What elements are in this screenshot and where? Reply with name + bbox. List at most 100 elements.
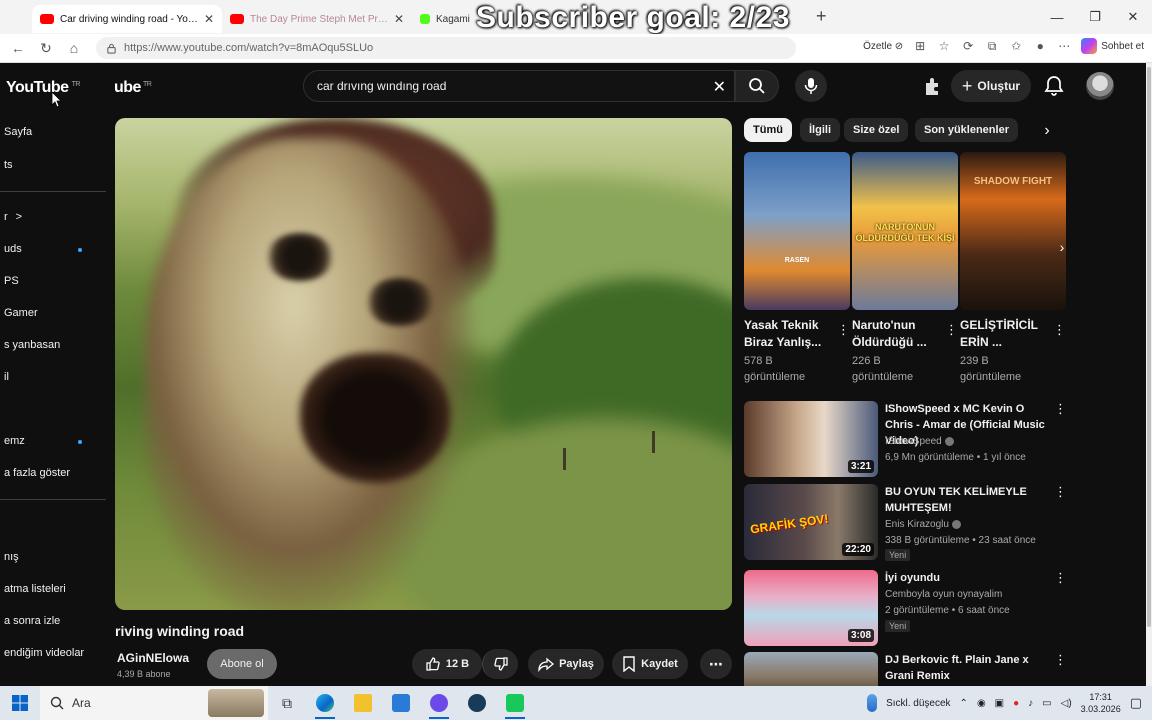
- chip-recently-uploaded[interactable]: Son yüklenenler: [915, 118, 1018, 142]
- chip-for-you[interactable]: Size özel: [844, 118, 909, 142]
- microphone-icon[interactable]: ♪: [1028, 698, 1033, 709]
- create-button[interactable]: + Oluştur: [951, 70, 1031, 102]
- extensions-icon[interactable]: ⟳: [961, 39, 975, 53]
- short-card[interactable]: NARUTO'NUN ÖLDÜRDÜĞÜ TEK KİŞİ Naruto'nun…: [852, 152, 958, 385]
- video-thumbnail[interactable]: [744, 652, 878, 686]
- chip-related[interactable]: İlgili: [800, 118, 840, 142]
- more-vert-icon[interactable]: ⋮: [1054, 401, 1067, 417]
- more-actions-button[interactable]: ⋯: [700, 649, 732, 679]
- channel-name[interactable]: AGinNElowa: [117, 651, 189, 665]
- sidebar-item-home[interactable]: Sayfa: [4, 126, 32, 138]
- page-scrollbar[interactable]: [1146, 63, 1152, 686]
- sidebar-item-you[interactable]: r >: [4, 211, 22, 223]
- more-vert-icon[interactable]: ⋮: [1053, 322, 1066, 338]
- tab-second[interactable]: The Day Prime Steph Met Prime LeBron ✕: [222, 5, 412, 33]
- network-icon[interactable]: ▭: [1042, 698, 1051, 709]
- close-window-button[interactable]: ✕: [1114, 0, 1152, 34]
- copilot-button[interactable]: Sohbet et: [1081, 38, 1144, 54]
- more-vert-icon[interactable]: ⋮: [1054, 570, 1067, 586]
- sidebar-item-subscription[interactable]: Gamer: [4, 307, 38, 319]
- url-field[interactable]: https://www.youtube.com/watch?v=8mAOqu5S…: [96, 37, 796, 59]
- video-thumbnail[interactable]: GRAFİK ŞOV! 22:20: [744, 484, 878, 560]
- short-card[interactable]: SHADOW FIGHT GELİŞTİRİCİL ERİN ... 239 B…: [960, 152, 1066, 385]
- more-vert-icon[interactable]: ⋮: [837, 322, 850, 338]
- summarize-button[interactable]: Özetle ⊘: [863, 41, 903, 52]
- video-title[interactable]: DJ Berkovic ft. Plain Jane x Grani Remix: [885, 652, 1055, 684]
- notifications-icon[interactable]: ▢: [1130, 695, 1142, 711]
- chevron-right-icon[interactable]: ›: [1052, 237, 1072, 257]
- video-thumbnail[interactable]: 3:21: [744, 401, 878, 477]
- voice-search-button[interactable]: [795, 70, 827, 102]
- taskbar-search[interactable]: Ara: [40, 686, 268, 720]
- sidebar-item-subscription[interactable]: s yanbasan: [4, 339, 60, 351]
- volume-icon[interactable]: ◁): [1061, 698, 1072, 709]
- chevron-right-icon[interactable]: ›: [1036, 120, 1058, 142]
- short-title[interactable]: GELİŞTİRİCİL ERİN ...: [960, 317, 1048, 351]
- subscribe-button[interactable]: Abone ol: [207, 649, 277, 679]
- sidebar-item-subscription[interactable]: PS: [4, 275, 19, 287]
- minimize-button[interactable]: —: [1038, 0, 1076, 34]
- tray-app-icon[interactable]: ◉: [977, 698, 986, 709]
- profile-icon[interactable]: ●: [1033, 39, 1047, 53]
- short-card[interactable]: RASEN Yasak Teknik Biraz Yanlış... 578 B…: [744, 152, 850, 385]
- edge-browser-icon[interactable]: [306, 686, 344, 720]
- new-tab-button[interactable]: +: [810, 6, 833, 27]
- favorite-star-icon[interactable]: ☆: [937, 39, 951, 53]
- channel-name[interactable]: Cemboyla oyun oynayalim: [885, 589, 1002, 600]
- clock[interactable]: 17:31 3.03.2026: [1081, 691, 1121, 715]
- scrollbar-thumb[interactable]: [1147, 67, 1151, 627]
- sidebar-item-history[interactable]: nış: [4, 551, 19, 563]
- sidebar-item-shorts[interactable]: ts: [4, 159, 13, 171]
- share-button[interactable]: Paylaş: [528, 649, 604, 679]
- tray-record-icon[interactable]: ●: [1013, 698, 1019, 709]
- video-player[interactable]: [115, 118, 732, 610]
- chevron-up-icon[interactable]: ⌃: [960, 698, 968, 709]
- recommended-video[interactable]: GRAFİK ŞOV! 22:20 BU OYUN TEK KELİMEYLE …: [744, 484, 1074, 562]
- home-button[interactable]: ⌂: [60, 40, 88, 56]
- sidebar-item-subscription[interactable]: il: [4, 371, 9, 383]
- sidebar-item-playlists[interactable]: atma listeleri: [4, 583, 66, 595]
- save-button[interactable]: Kaydet: [612, 649, 688, 679]
- short-title[interactable]: Yasak Teknik Biraz Yanlış...: [744, 317, 832, 351]
- site-info-icon[interactable]: [104, 41, 118, 55]
- chip-all[interactable]: Tümü: [744, 118, 792, 142]
- video-title[interactable]: BU OYUN TEK KELİMEYLE MUHTEŞEM!: [885, 484, 1055, 516]
- short-thumbnail[interactable]: SHADOW FIGHT: [960, 152, 1066, 310]
- green-app-icon[interactable]: [496, 686, 534, 720]
- file-explorer-icon[interactable]: [344, 686, 382, 720]
- short-thumbnail[interactable]: RASEN: [744, 152, 850, 310]
- search-input[interactable]: car drıvıng wındıng road ✕: [303, 70, 735, 102]
- sidebar-item-subscription[interactable]: uds: [4, 243, 22, 255]
- sidebar-item-watch-later[interactable]: a sonra izle: [4, 615, 60, 627]
- maximize-button[interactable]: ❐: [1076, 0, 1114, 34]
- channel-name[interactable]: IShowSpeed: [885, 436, 954, 447]
- puzzle-extension-icon[interactable]: [922, 75, 944, 97]
- sidebar-item-liked-videos[interactable]: endiğim videolar: [4, 647, 84, 659]
- more-vert-icon[interactable]: ⋮: [945, 322, 958, 338]
- more-menu-icon[interactable]: ⋯: [1057, 39, 1071, 53]
- discord-like-app-icon[interactable]: [420, 686, 458, 720]
- video-thumbnail[interactable]: 3:08: [744, 570, 878, 646]
- channel-name[interactable]: Enis Kirazoglu: [885, 519, 961, 530]
- search-button[interactable]: [735, 70, 779, 102]
- recommended-video[interactable]: 3:08 İyi oyundu Cemboyla oyun oynayalim …: [744, 570, 1074, 648]
- weather-text[interactable]: Sıckl. düşecek: [886, 698, 950, 709]
- dislike-button[interactable]: [482, 649, 518, 679]
- reader-icon[interactable]: ⊞: [913, 39, 927, 53]
- start-button[interactable]: [0, 695, 40, 711]
- close-tab-icon[interactable]: ✕: [204, 12, 214, 26]
- more-vert-icon[interactable]: ⋮: [1054, 652, 1067, 668]
- steam-icon[interactable]: [458, 686, 496, 720]
- clear-search-icon[interactable]: ✕: [713, 77, 726, 97]
- tray-app-icon[interactable]: ▣: [995, 698, 1004, 709]
- back-button[interactable]: ←: [4, 40, 32, 56]
- video-title[interactable]: İyi oyundu: [885, 570, 1055, 586]
- recommended-video[interactable]: 3:21 IShowSpeed x MC Kevin O Chris - Ama…: [744, 401, 1074, 479]
- recommended-video[interactable]: DJ Berkovic ft. Plain Jane x Grani Remix…: [744, 652, 1074, 686]
- task-view-icon[interactable]: ⧉: [268, 686, 306, 720]
- notifications-bell-icon[interactable]: [1042, 74, 1066, 98]
- account-avatar[interactable]: [1086, 72, 1114, 100]
- youtube-logo[interactable]: YouTube TR: [6, 79, 80, 97]
- split-screen-icon[interactable]: ⧉: [985, 39, 999, 53]
- sidebar-item-show-more[interactable]: a fazla göster: [4, 467, 70, 479]
